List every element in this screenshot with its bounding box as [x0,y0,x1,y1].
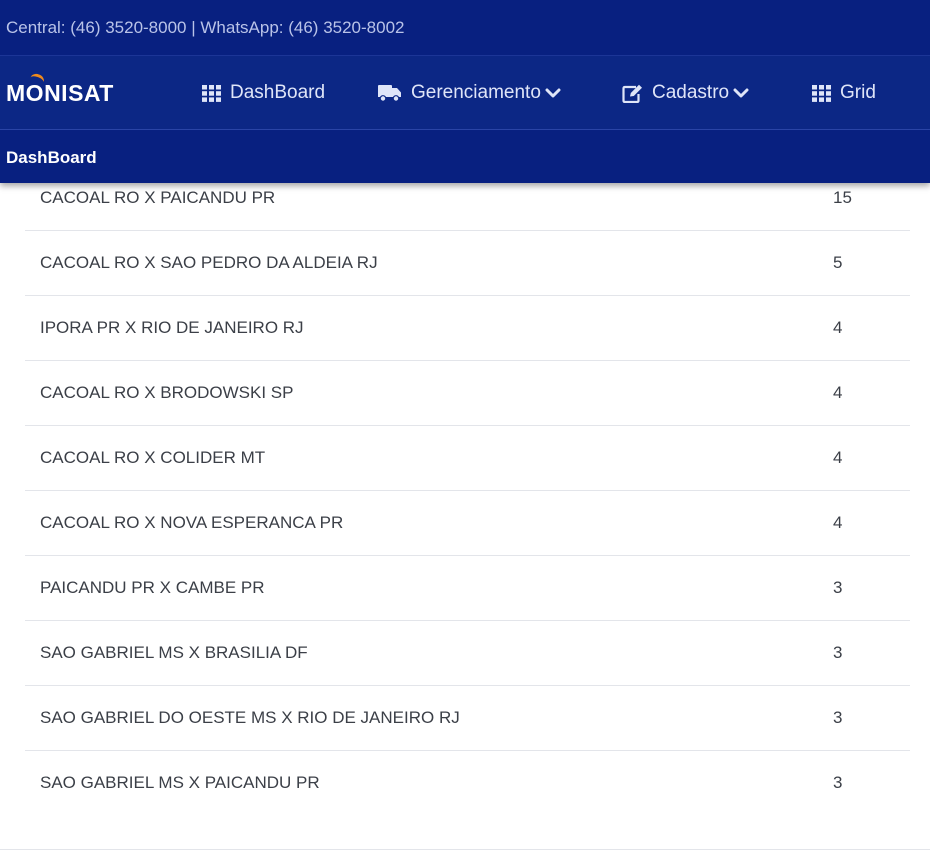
route-count: 4 [833,513,843,532]
route-count: 3 [833,578,843,597]
edit-icon [622,84,643,103]
breadcrumb: DashBoard [0,130,930,183]
table-row[interactable]: SAO GABRIEL DO OESTE MS X RIO DE JANEIRO… [25,686,910,751]
route-count: 3 [833,643,843,662]
nav-gerenciamento[interactable]: Gerenciamento [378,56,561,130]
route-name: SAO GABRIEL MS X PAICANDU PR [40,773,320,792]
table-row[interactable]: IPORA PR X RIO DE JANEIRO RJ 4 [25,296,910,361]
brand-logo-text-prefix: M [6,80,26,106]
table-row[interactable]: CACOAL RO X COLIDER MT 4 [25,426,910,491]
table-row[interactable]: SAO GABRIEL MS X PAICANDU PR 3 [25,751,910,816]
route-count: 3 [833,773,843,792]
route-name: CACOAL RO X COLIDER MT [40,448,266,467]
route-name: CACOAL RO X SAO PEDRO DA ALDEIA RJ [40,253,378,272]
nav-cadastro[interactable]: Cadastro [622,56,749,130]
route-name: SAO GABRIEL DO OESTE MS X RIO DE JANEIRO… [40,708,460,727]
contact-info: Central: (46) 3520-8000 | WhatsApp: (46)… [6,18,405,37]
route-name: PAICANDU PR X CAMBE PR [40,578,265,597]
contact-bar: Central: (46) 3520-8000 | WhatsApp: (46)… [0,0,930,56]
brand-logo-o: O [26,71,46,108]
nav-dashboard-label: DashBoard [230,82,326,103]
table-row[interactable]: CACOAL RO X NOVA ESPERANCA PR 4 [25,491,910,556]
grid-icon [812,84,831,102]
routes-table: CACOAL RO X PAICANDU PR 15 CACOAL RO X S… [25,166,910,816]
route-count: 5 [833,253,843,272]
nav-grid-label: Grid [840,82,876,103]
route-count: 4 [833,448,843,467]
main-navbar: M ONISAT DashBoard Gerenciamento Cadastr… [0,56,930,130]
brand-logo[interactable]: M ONISAT [6,71,114,108]
chevron-down-icon [545,87,561,99]
table-row[interactable]: CACOAL RO X SAO PEDRO DA ALDEIA RJ 5 [25,231,910,296]
route-name: CACOAL RO X NOVA ESPERANCA PR [40,513,344,532]
brand-logo-text-suffix: NISAT [44,80,114,106]
route-name: CACOAL RO X BRODOWSKI SP [40,383,294,402]
nav-cadastro-label: Cadastro [652,82,730,103]
nav-grid[interactable]: Grid [812,56,876,130]
chevron-down-icon [733,87,749,99]
route-count: 4 [833,318,843,337]
truck-icon [378,84,402,102]
route-name: SAO GABRIEL MS X BRASILIA DF [40,643,308,662]
route-count: 4 [833,383,843,402]
nav-dashboard[interactable]: DashBoard [202,56,325,130]
nav-gerenciamento-label: Gerenciamento [411,82,541,103]
route-count: 3 [833,708,843,727]
table-row[interactable]: PAICANDU PR X CAMBE PR 3 [25,556,910,621]
table-row[interactable]: CACOAL RO X BRODOWSKI SP 4 [25,361,910,426]
divider [0,849,930,850]
grid-icon [202,84,221,102]
breadcrumb-current[interactable]: DashBoard [6,148,97,167]
route-name: IPORA PR X RIO DE JANEIRO RJ [40,318,304,337]
page: CACOAL RO X PAICANDU PR 15 CACOAL RO X S… [0,0,930,851]
table-row[interactable]: SAO GABRIEL MS X BRASILIA DF 3 [25,621,910,686]
header: Central: (46) 3520-8000 | WhatsApp: (46)… [0,0,930,183]
